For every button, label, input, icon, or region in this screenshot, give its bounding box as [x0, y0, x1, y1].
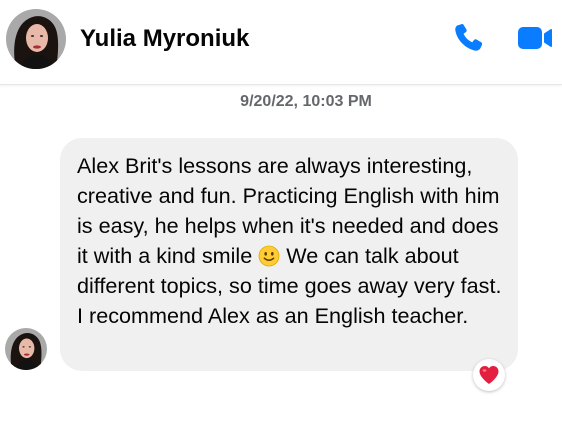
video-camera-icon: [518, 27, 552, 49]
audio-call-button[interactable]: [452, 22, 486, 54]
contact-avatar[interactable]: [6, 9, 66, 69]
heart-icon: [479, 366, 499, 384]
message-timestamp: 9/20/22, 10:03 PM: [240, 93, 372, 110]
chat-header: Yulia Myroniuk: [0, 0, 562, 85]
contact-name[interactable]: Yulia Myroniuk: [80, 23, 249, 55]
slightly-smiling-face-emoji: [258, 245, 280, 267]
sender-avatar[interactable]: [5, 328, 47, 370]
phone-icon: [455, 24, 483, 51]
message-text: Alex Brit's lessons are always interesti…: [77, 151, 502, 331]
received-message-bubble[interactable]: Alex Brit's lessons are always interesti…: [60, 138, 518, 371]
video-call-button[interactable]: [516, 24, 554, 52]
heart-reaction[interactable]: [473, 359, 505, 391]
